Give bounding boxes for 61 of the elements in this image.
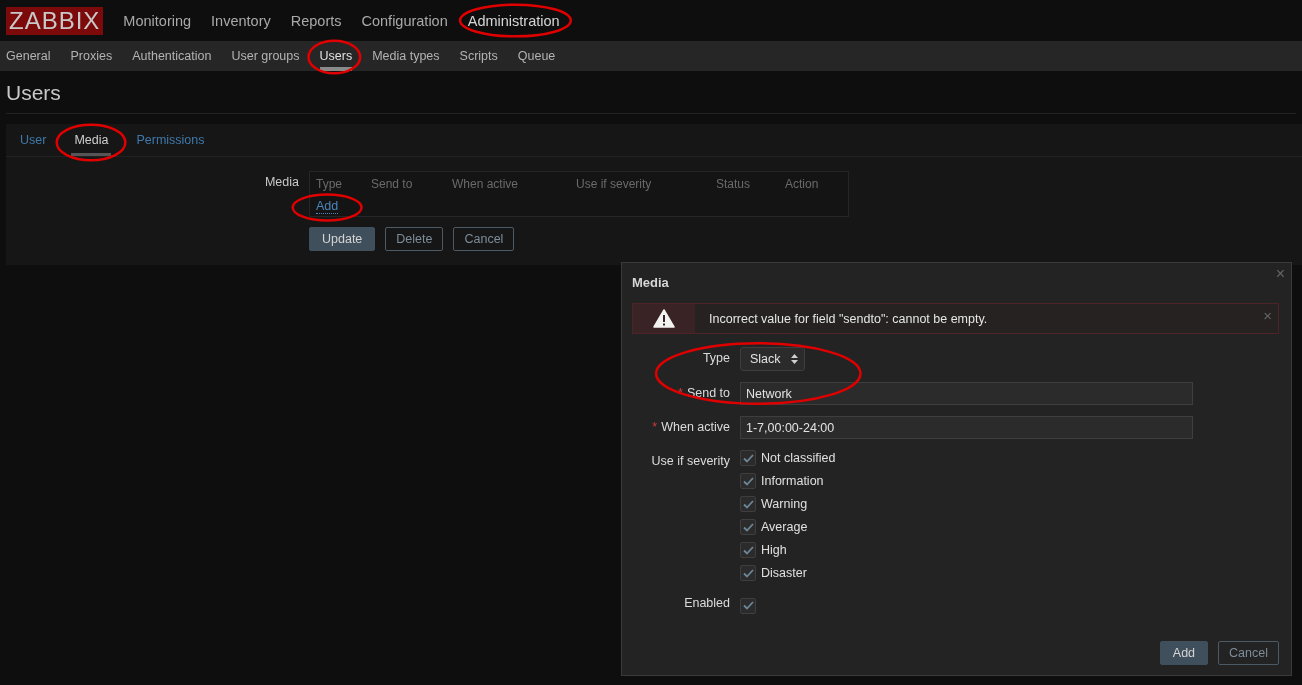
type-select[interactable]: Slack: [740, 347, 805, 371]
field-label: Type: [702, 351, 730, 365]
column-header: When active: [452, 177, 520, 191]
check-icon: [742, 476, 754, 486]
submenu-item[interactable]: Scripts: [459, 41, 498, 71]
updown-arrows-icon: [790, 354, 798, 364]
check-icon: [742, 522, 754, 532]
check-icon: [742, 601, 754, 610]
menu-item[interactable]: Configuration: [361, 12, 448, 29]
page-title: Users: [6, 71, 1296, 114]
error-message: Incorrect value for field "sendto": cannot be empty.: [708, 311, 988, 326]
column-header: Send to: [371, 177, 414, 191]
menu-item[interactable]: Reports: [290, 12, 342, 29]
tab[interactable]: Permissions: [133, 124, 208, 156]
dialog-button[interactable]: Add: [1159, 641, 1209, 665]
checkbox[interactable]: [740, 565, 756, 581]
checkbox[interactable]: [740, 542, 756, 558]
form-button[interactable]: Delete: [385, 227, 444, 251]
checkbox-label: Disaster: [761, 566, 807, 580]
check-icon: [742, 453, 754, 463]
column-header: Action: [785, 177, 820, 191]
submenu-item[interactable]: Media types: [372, 41, 440, 71]
check-icon: [742, 568, 754, 578]
tab[interactable]: User: [17, 124, 50, 156]
submenu-item[interactable]: Authentication: [132, 41, 212, 71]
submenu-item[interactable]: General: [6, 41, 51, 71]
checkbox-label: Not classified: [761, 451, 836, 465]
checkbox-label: Warning: [761, 497, 808, 511]
submenu-item[interactable]: User groups: [231, 41, 300, 71]
checkbox-label: Information: [761, 474, 824, 488]
menu-item[interactable]: Inventory: [211, 12, 271, 29]
warning-icon: [653, 309, 675, 328]
checkbox[interactable]: [740, 450, 756, 466]
field-label: When active: [661, 420, 730, 434]
required-mark: *: [652, 420, 658, 434]
checkbox-label: Average: [761, 520, 808, 534]
dialog-button[interactable]: Cancel: [1218, 641, 1279, 665]
checkbox[interactable]: [740, 473, 756, 489]
form-button[interactable]: Cancel: [453, 227, 515, 251]
column-header: Status: [716, 177, 752, 191]
field-label: Use if severity: [651, 454, 730, 468]
add-link[interactable]: Add: [316, 199, 339, 214]
menu-item[interactable]: Monitoring: [123, 12, 192, 29]
check-icon: [742, 545, 754, 555]
checkbox[interactable]: [740, 597, 756, 614]
submenu-item[interactable]: Proxies: [70, 41, 113, 71]
column-header: Type: [316, 177, 343, 191]
text-field[interactable]: 1-7,00:00-24:00: [740, 416, 1193, 439]
field-label: Enabled: [684, 596, 730, 610]
form-button[interactable]: Update: [309, 227, 376, 251]
checkbox-label: High: [761, 543, 787, 557]
checkbox[interactable]: [740, 519, 756, 535]
field-label: Media: [263, 174, 299, 191]
submenu-item[interactable]: Queue: [517, 41, 556, 71]
checkbox[interactable]: [740, 496, 756, 512]
required-mark: *: [678, 386, 683, 400]
column-header: Use if severity: [576, 177, 653, 191]
logo[interactable]: ZABBIX: [6, 6, 104, 35]
text-field[interactable]: Network: [740, 382, 1193, 405]
dialog-title: Media: [632, 274, 669, 292]
check-icon: [742, 499, 754, 509]
